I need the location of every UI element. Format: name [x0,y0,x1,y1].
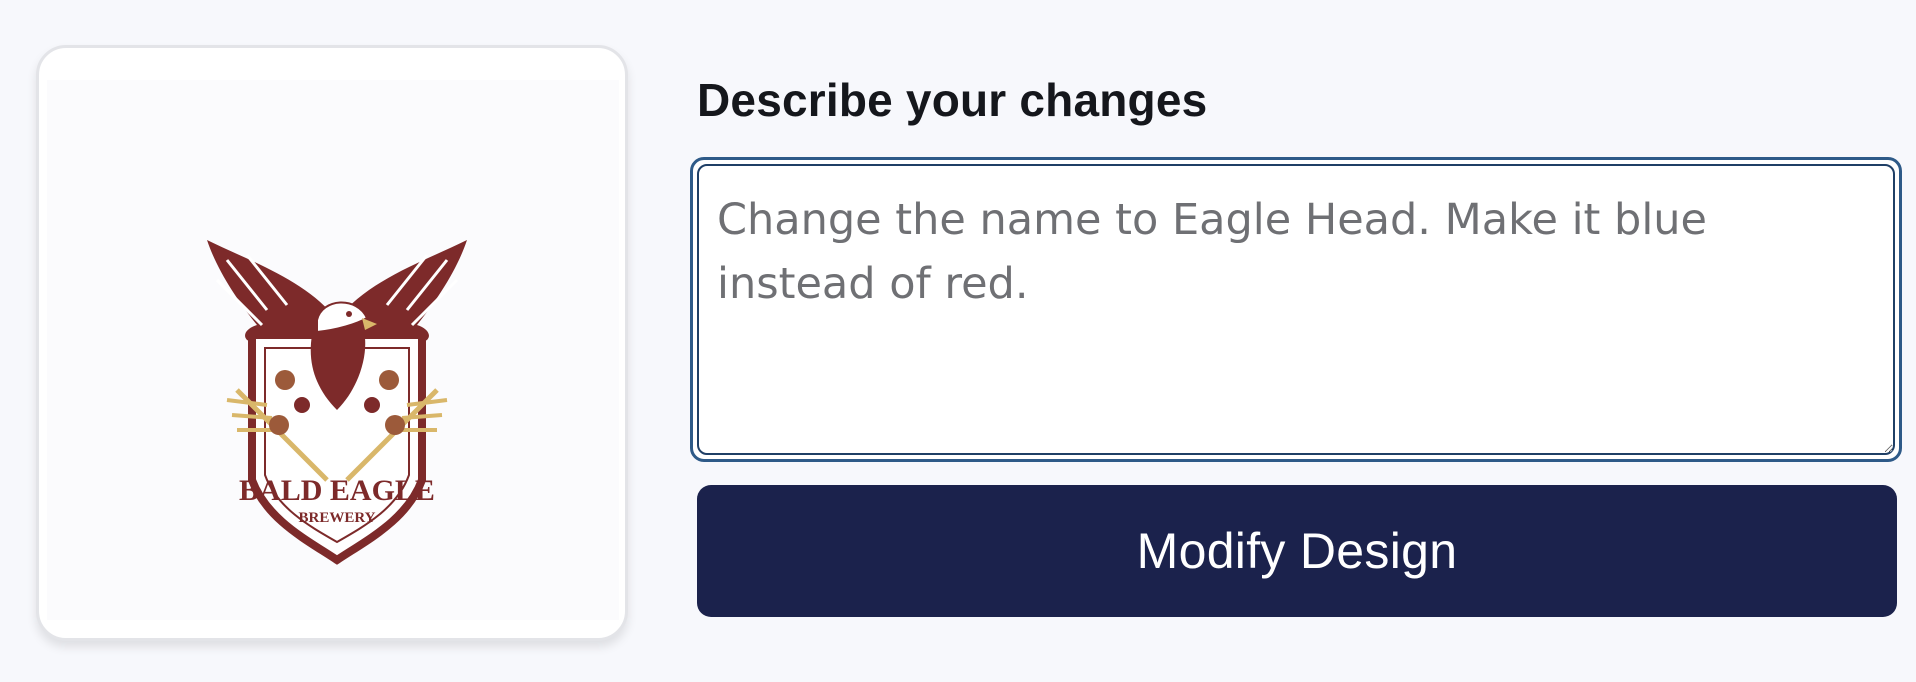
bald-eagle-brewery-logo: BALD EAGLE BREWERY [207,240,467,565]
description-textarea[interactable] [697,164,1895,455]
describe-changes-label: Describe your changes [697,74,1208,126]
description-field-wrapper [690,157,1902,462]
logo-name-line2: BREWERY [299,510,376,526]
design-preview: BALD EAGLE BREWERY [47,80,619,620]
logo-name-line1: BALD EAGLE [239,474,435,507]
design-preview-card: BALD EAGLE BREWERY [36,45,628,641]
modify-design-button[interactable]: Modify Design [697,485,1897,617]
